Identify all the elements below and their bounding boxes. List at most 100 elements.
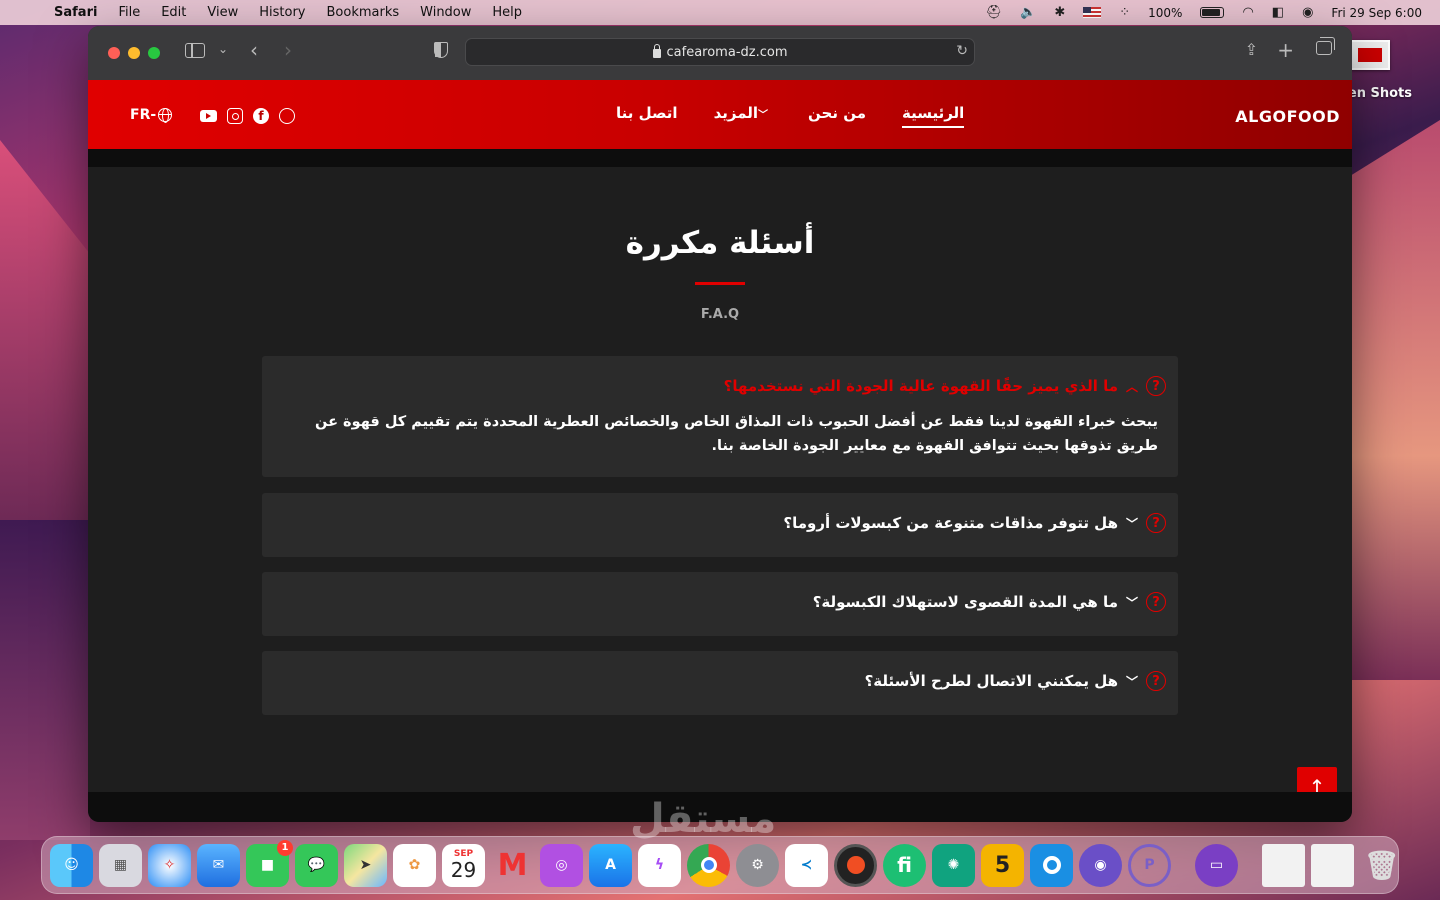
podcasts-icon[interactable]: ◎ xyxy=(540,843,583,887)
back-arrow-icon[interactable]: ‹ xyxy=(250,38,258,62)
close-window-button[interactable] xyxy=(108,47,120,59)
menu-bookmarks[interactable]: Bookmarks xyxy=(327,5,400,20)
menu-app-name[interactable]: Safari xyxy=(54,5,97,20)
proxyman-icon[interactable]: ◉ xyxy=(1079,843,1122,887)
user-status-icon[interactable]: ⛑ xyxy=(986,5,1003,20)
minimize-window-button[interactable] xyxy=(128,47,140,59)
social-links: f xyxy=(200,108,295,124)
faq-question: هل يمكنني الاتصال لطرح الأسئلة؟ xyxy=(864,672,1118,690)
reload-icon[interactable]: ↻ xyxy=(956,43,968,59)
battery-icon[interactable] xyxy=(1200,7,1225,18)
faq-question: ما هي المدة القصوى لاستهلاك الكبسولة؟ xyxy=(812,593,1118,611)
language-switch[interactable]: FR- xyxy=(130,107,173,123)
menu-view[interactable]: View xyxy=(207,5,238,20)
menu-edit[interactable]: Edit xyxy=(161,5,186,20)
privacy-shield-icon[interactable] xyxy=(434,42,448,58)
menu-clock[interactable]: Fri 29 Sep 6:00 xyxy=(1331,6,1422,20)
faq-question-row[interactable]: ? ﹀ هل تتوفر مذاقات متنوعة من كبسولات أر… xyxy=(783,513,1166,533)
siri-icon[interactable]: ◉ xyxy=(1302,5,1313,20)
gmail-icon[interactable]: M xyxy=(491,844,534,887)
address-bar[interactable]: cafearoma-dz.com ↻ xyxy=(465,38,975,66)
menu-bar: Safari File Edit View History Bookmarks … xyxy=(0,0,1440,25)
new-tab-icon[interactable]: + xyxy=(1277,38,1294,62)
menu-history[interactable]: History xyxy=(259,5,305,20)
faq-section: أسئلة مكررة F.A.Q ? ︿ ما الذي يميز حقًا … xyxy=(88,167,1352,807)
site-header: ALGOFOOD الرئيسية من نحن المزيد﹀ اتصل بن… xyxy=(88,80,1352,149)
dock: ☺ ▦ ✧ ✉ ■ 1 💬 ➤ ✿ SEP 29 M ◎ A ϟ ⚙ ≺ fi ✺… xyxy=(41,836,1399,894)
faq-item[interactable]: ? ﹀ هل تتوفر مذاقات متنوعة من كبسولات أر… xyxy=(262,493,1178,557)
site-logo[interactable]: ALGOFOOD xyxy=(1235,107,1340,126)
system-settings-icon[interactable]: ⚙ xyxy=(736,843,779,887)
menu-window[interactable]: Window xyxy=(420,5,471,20)
app-store-icon[interactable]: A xyxy=(589,843,632,887)
title-underline xyxy=(695,282,745,285)
faq-question-row[interactable]: ? ︿ ما الذي يميز حقًا القهوة عالية الجود… xyxy=(724,376,1166,396)
chevron-up-icon: ︿ xyxy=(1125,379,1138,394)
screenshots-folder-thumbnail[interactable] xyxy=(1350,40,1390,70)
question-mark-icon: ? xyxy=(1146,671,1166,691)
messenger-icon[interactable]: ϟ xyxy=(638,843,681,887)
photos-icon[interactable]: ✿ xyxy=(393,843,436,887)
chevron-down-icon: ﹀ xyxy=(1125,516,1138,531)
chatgpt-icon[interactable]: ✺ xyxy=(932,843,975,887)
disk-utility-icon[interactable]: ▭ xyxy=(1195,843,1238,887)
wifi-icon[interactable]: ◠ xyxy=(1242,5,1253,20)
desktop-folder-label[interactable]: en Shots xyxy=(1348,86,1412,101)
maps-icon[interactable]: ➤ xyxy=(344,843,387,887)
page-subtitle: F.A.Q xyxy=(700,307,740,322)
launchpad-icon[interactable]: ▦ xyxy=(99,843,142,887)
facebook-icon[interactable]: f xyxy=(253,108,269,124)
documents-stack-icon[interactable] xyxy=(1311,843,1354,887)
watermark-logo: مستقل xyxy=(630,796,777,842)
trash-icon[interactable]: 🗑 xyxy=(1360,844,1403,887)
share-icon[interactable]: ⇪ xyxy=(1245,40,1258,59)
calendar-icon[interactable]: SEP 29 xyxy=(442,843,485,887)
zoom-window-button[interactable] xyxy=(148,47,160,59)
messages-icon[interactable]: 💬 xyxy=(295,843,338,887)
faq-question-row[interactable]: ? ﹀ هل يمكنني الاتصال لطرح الأسئلة؟ xyxy=(864,671,1166,691)
control-center-icon[interactable]: ◧ xyxy=(1272,5,1284,20)
mail-icon[interactable]: ✉ xyxy=(197,843,240,887)
nav-about[interactable]: من نحن xyxy=(808,104,866,128)
youtube-icon[interactable] xyxy=(200,110,217,122)
chrome-icon[interactable] xyxy=(687,843,730,887)
nav-home[interactable]: الرئيسية xyxy=(901,104,965,128)
nav-more[interactable]: المزيد﹀ xyxy=(714,104,772,128)
faq-question-row[interactable]: ? ﹀ ما هي المدة القصوى لاستهلاك الكبسولة… xyxy=(812,592,1166,612)
fiverr-icon[interactable]: fi xyxy=(883,843,926,887)
dots-icon[interactable]: ⁘ xyxy=(1119,5,1130,20)
bluetooth-icon[interactable]: ✱ xyxy=(1054,5,1065,20)
nav-more-label: المزيد xyxy=(713,104,759,122)
nav-contact[interactable]: اتصل بنا xyxy=(616,104,678,128)
recorder-icon[interactable] xyxy=(834,843,877,887)
faq-question: هل تتوفر مذاقات متنوعة من كبسولات أروما؟ xyxy=(783,514,1118,532)
calendar-day: 29 xyxy=(450,858,477,882)
finder-icon[interactable]: ☺ xyxy=(50,843,93,887)
input-source-flag-icon[interactable] xyxy=(1083,7,1102,18)
safari-icon[interactable]: ✧ xyxy=(148,843,191,887)
forward-arrow-icon[interactable]: › xyxy=(284,38,292,62)
chevron-down-icon: ﹀ xyxy=(758,110,769,121)
sidebar-toggle-icon[interactable] xyxy=(185,43,205,58)
volume-icon[interactable]: 🔈 xyxy=(1020,5,1036,20)
mostaql-5-icon[interactable]: 5 xyxy=(981,843,1024,887)
downloads-stack-icon[interactable] xyxy=(1262,843,1305,887)
p-app-icon[interactable]: P xyxy=(1128,843,1171,887)
whatsapp-icon[interactable] xyxy=(279,108,295,124)
menu-help[interactable]: Help xyxy=(492,5,522,20)
tab-overview-icon[interactable] xyxy=(1316,37,1335,55)
chevron-down-icon[interactable]: ⌄ xyxy=(218,42,228,56)
facetime-icon[interactable]: ■ 1 xyxy=(246,839,293,887)
faq-answer: يبحث خبراء القهوة لدينا فقط عن أفضل الحب… xyxy=(315,414,1158,454)
faq-item[interactable]: ? ﹀ ما هي المدة القصوى لاستهلاك الكبسولة… xyxy=(262,572,1178,636)
vscode-icon[interactable]: ≺ xyxy=(785,843,828,887)
page-title: أسئلة مكررة xyxy=(625,225,815,261)
safari-window: ⌄ ‹ › cafearoma-dz.com ↻ ⇪ + ALGOFOOD ال… xyxy=(88,26,1352,822)
lock-icon xyxy=(652,43,661,58)
faq-item[interactable]: ? ︿ ما الذي يميز حقًا القهوة عالية الجود… xyxy=(262,356,1178,477)
menu-file[interactable]: File xyxy=(118,5,140,20)
question-mark-icon: ? xyxy=(1146,592,1166,612)
circle-app-icon[interactable] xyxy=(1030,843,1073,887)
instagram-icon[interactable] xyxy=(227,108,243,124)
faq-item[interactable]: ? ﹀ هل يمكنني الاتصال لطرح الأسئلة؟ xyxy=(262,651,1178,715)
